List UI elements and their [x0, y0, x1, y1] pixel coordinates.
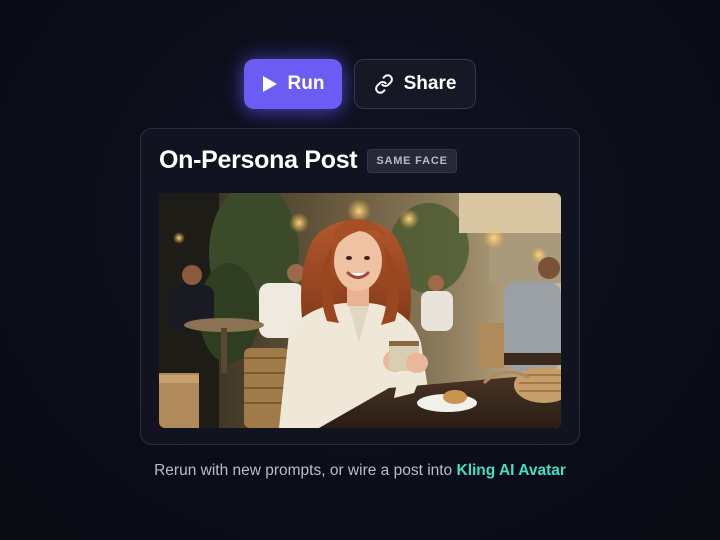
run-button-label: Run — [287, 73, 325, 94]
same-face-badge: SAME FACE — [367, 148, 457, 173]
action-toolbar: Run Share — [0, 59, 720, 109]
card-header: On-Persona Post SAME FACE — [159, 146, 457, 175]
post-card: On-Persona Post SAME FACE — [140, 128, 580, 445]
app-stage: Run Share On-Persona Post SAME FACE Reru… — [0, 0, 720, 540]
post-photo — [159, 193, 561, 428]
link-icon — [374, 74, 394, 94]
footer-hint: Rerun with new prompts, or wire a post i… — [0, 462, 720, 480]
share-button[interactable]: Share — [354, 59, 476, 109]
kling-ai-avatar-link[interactable]: Kling AI Avatar — [457, 462, 566, 479]
play-icon — [262, 75, 278, 93]
run-button[interactable]: Run — [244, 59, 342, 109]
footer-text: Rerun with new prompts, or wire a post i… — [154, 462, 457, 479]
share-button-label: Share — [403, 73, 457, 94]
card-title: On-Persona Post — [159, 146, 358, 174]
